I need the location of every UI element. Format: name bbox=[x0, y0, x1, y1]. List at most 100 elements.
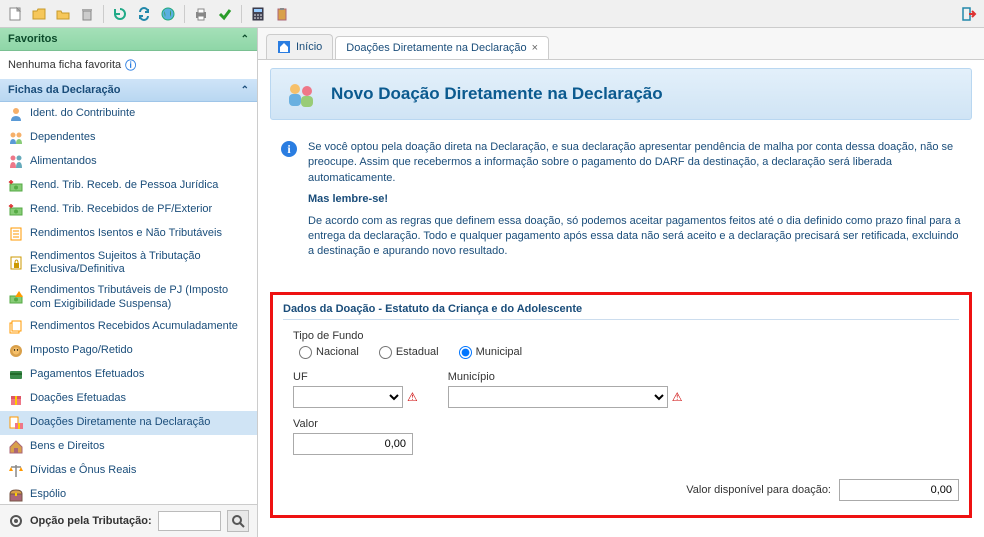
disponivel-label: Valor disponível para doação: bbox=[686, 484, 831, 496]
new-doc-icon[interactable] bbox=[4, 3, 26, 25]
refresh-icon[interactable] bbox=[109, 3, 131, 25]
info-p2: De acordo com as regras que definem essa… bbox=[308, 214, 962, 260]
info-icon[interactable]: ⓘ bbox=[125, 57, 136, 73]
radio-nacional[interactable]: Nacional bbox=[299, 346, 359, 359]
warning-icon: ⚠ bbox=[407, 390, 418, 404]
fichas-header[interactable]: Fichas da Declaração ⌃ bbox=[0, 79, 257, 102]
sidebar-item-10[interactable]: Pagamentos Efetuados bbox=[0, 363, 257, 387]
sidebar-item-label: Pagamentos Efetuados bbox=[30, 368, 144, 381]
radio-estadual-input[interactable] bbox=[379, 346, 392, 359]
clipboard-icon[interactable] bbox=[271, 3, 293, 25]
uf-label: UF bbox=[293, 371, 418, 383]
main-toolbar bbox=[0, 0, 984, 28]
chevron-up-icon: ⌃ bbox=[241, 34, 249, 45]
sidebar-item-label: Rendimentos Tributáveis de PJ (Imposto c… bbox=[30, 284, 249, 310]
delete-icon[interactable] bbox=[76, 3, 98, 25]
tab-label: Doações Diretamente na Declaração bbox=[346, 42, 526, 54]
info-p2-title: Mas lembre-se! bbox=[308, 193, 388, 205]
info-p1: Se você optou pela doação direta na Decl… bbox=[308, 140, 962, 186]
radio-municipal-input[interactable] bbox=[459, 346, 472, 359]
favorites-title: Favoritos bbox=[8, 33, 58, 45]
sidebar-item-14[interactable]: Dívidas e Ônus Reais bbox=[0, 459, 257, 483]
donation-form-frame: Dados da Doação - Estatuto da Criança e … bbox=[270, 292, 972, 518]
sidebar-item-0[interactable]: Ident. do Contribuinte bbox=[0, 102, 257, 126]
family-icon bbox=[8, 154, 24, 170]
sidebar-item-label: Bens e Direitos bbox=[30, 440, 105, 453]
separator bbox=[184, 5, 185, 23]
print-icon[interactable] bbox=[190, 3, 212, 25]
gear-icon[interactable] bbox=[8, 513, 24, 529]
sidebar-item-label: Rendimentos Isentos e Não Tributáveis bbox=[30, 227, 222, 240]
main-area: Início Doações Diretamente na Declaração ×… bbox=[258, 28, 984, 537]
close-icon[interactable]: × bbox=[532, 42, 538, 54]
warning-icon: ⚠ bbox=[672, 390, 683, 404]
uf-select[interactable] bbox=[293, 386, 403, 408]
money-warn-icon bbox=[8, 290, 24, 306]
sidebar-item-12[interactable]: Doações Diretamente na Declaração bbox=[0, 411, 257, 435]
sidebar-item-13[interactable]: Bens e Direitos bbox=[0, 435, 257, 459]
open-folder-icon[interactable] bbox=[28, 3, 50, 25]
sync-icon[interactable] bbox=[133, 3, 155, 25]
sidebar-item-2[interactable]: Alimentandos bbox=[0, 150, 257, 174]
sidebar-item-4[interactable]: Rend. Trib. Recebidos de PF/Exterior bbox=[0, 198, 257, 222]
tab-0[interactable]: Início bbox=[266, 34, 333, 59]
sidebar-item-7[interactable]: Rendimentos Tributáveis de PJ (Imposto c… bbox=[0, 280, 257, 314]
tributacao-input[interactable] bbox=[158, 511, 221, 531]
radio-estadual-label: Estadual bbox=[396, 346, 439, 358]
doc-lock-icon bbox=[8, 255, 24, 271]
sidebar-item-label: Espólio bbox=[30, 488, 66, 501]
sidebar-item-label: Rend. Trib. Receb. de Pessoa Jurídica bbox=[30, 179, 218, 192]
tab-1[interactable]: Doações Diretamente na Declaração × bbox=[335, 36, 549, 59]
separator bbox=[103, 5, 104, 23]
page-title: Novo Doação Diretamente na Declaração bbox=[331, 84, 663, 104]
sidebar-item-8[interactable]: Rendimentos Recebidos Acumuladamente bbox=[0, 315, 257, 339]
sidebar-item-11[interactable]: Doações Efetuadas bbox=[0, 387, 257, 411]
folder-icon[interactable] bbox=[52, 3, 74, 25]
footer-label: Opção pela Tributação: bbox=[30, 515, 152, 527]
favorites-body: Nenhuma ficha favorita ⓘ bbox=[0, 51, 257, 79]
info-icon: i bbox=[280, 140, 298, 158]
sidebar-item-6[interactable]: Rendimentos Sujeitos à Tributação Exclus… bbox=[0, 246, 257, 280]
gift-icon bbox=[8, 391, 24, 407]
balance-icon bbox=[8, 463, 24, 479]
ficha-list: Ident. do Contribuinte Dependentes Aliment… bbox=[0, 102, 257, 504]
tipo-fundo-label: Tipo de Fundo bbox=[293, 330, 959, 342]
sidebar-item-label: Rendimentos Sujeitos à Tributação Exclus… bbox=[30, 250, 249, 276]
money-in-icon bbox=[8, 178, 24, 194]
sidebar-item-5[interactable]: Rendimentos Isentos e Não Tributáveis bbox=[0, 222, 257, 246]
sidebar-item-9[interactable]: Imposto Pago/Retido bbox=[0, 339, 257, 363]
chest-icon bbox=[8, 487, 24, 503]
check-icon[interactable] bbox=[214, 3, 236, 25]
sidebar-item-1[interactable]: Dependentes bbox=[0, 126, 257, 150]
section-title: Dados da Doação - Estatuto da Criança e … bbox=[283, 303, 959, 320]
money-in-icon bbox=[8, 202, 24, 218]
separator bbox=[241, 5, 242, 23]
chevron-up-icon: ⌃ bbox=[241, 85, 249, 96]
sidebar-item-15[interactable]: Espólio bbox=[0, 483, 257, 504]
sidebar-item-label: Doações Diretamente na Declaração bbox=[30, 416, 210, 429]
radio-nacional-input[interactable] bbox=[299, 346, 312, 359]
info-box: i Se você optou pela doação direta na De… bbox=[270, 132, 972, 274]
calculator-icon[interactable] bbox=[247, 3, 269, 25]
gift-doc-icon bbox=[8, 415, 24, 431]
world-icon[interactable] bbox=[157, 3, 179, 25]
radio-municipal-label: Municipal bbox=[476, 346, 522, 358]
sidebar-item-label: Dependentes bbox=[30, 131, 95, 144]
search-icon[interactable] bbox=[227, 510, 249, 532]
municipio-select[interactable] bbox=[448, 386, 668, 408]
tab-label: Início bbox=[296, 41, 322, 53]
valor-input[interactable] bbox=[293, 433, 413, 455]
sidebar-item-3[interactable]: Rend. Trib. Receb. de Pessoa Jurídica bbox=[0, 174, 257, 198]
sidebar-footer: Opção pela Tributação: bbox=[0, 504, 257, 537]
favorites-header[interactable]: Favoritos ⌃ bbox=[0, 28, 257, 51]
sidebar-item-label: Imposto Pago/Retido bbox=[30, 344, 133, 357]
radio-estadual[interactable]: Estadual bbox=[379, 346, 439, 359]
tipo-fundo-radios: Nacional Estadual Municipal bbox=[299, 346, 959, 359]
municipio-label: Município bbox=[448, 371, 683, 383]
exit-icon[interactable] bbox=[958, 3, 980, 25]
radio-municipal[interactable]: Municipal bbox=[459, 346, 522, 359]
sidebar-item-label: Doações Efetuadas bbox=[30, 392, 126, 405]
card-icon bbox=[8, 367, 24, 383]
doc-icon bbox=[8, 226, 24, 242]
sidebar-item-label: Rendimentos Recebidos Acumuladamente bbox=[30, 320, 238, 333]
